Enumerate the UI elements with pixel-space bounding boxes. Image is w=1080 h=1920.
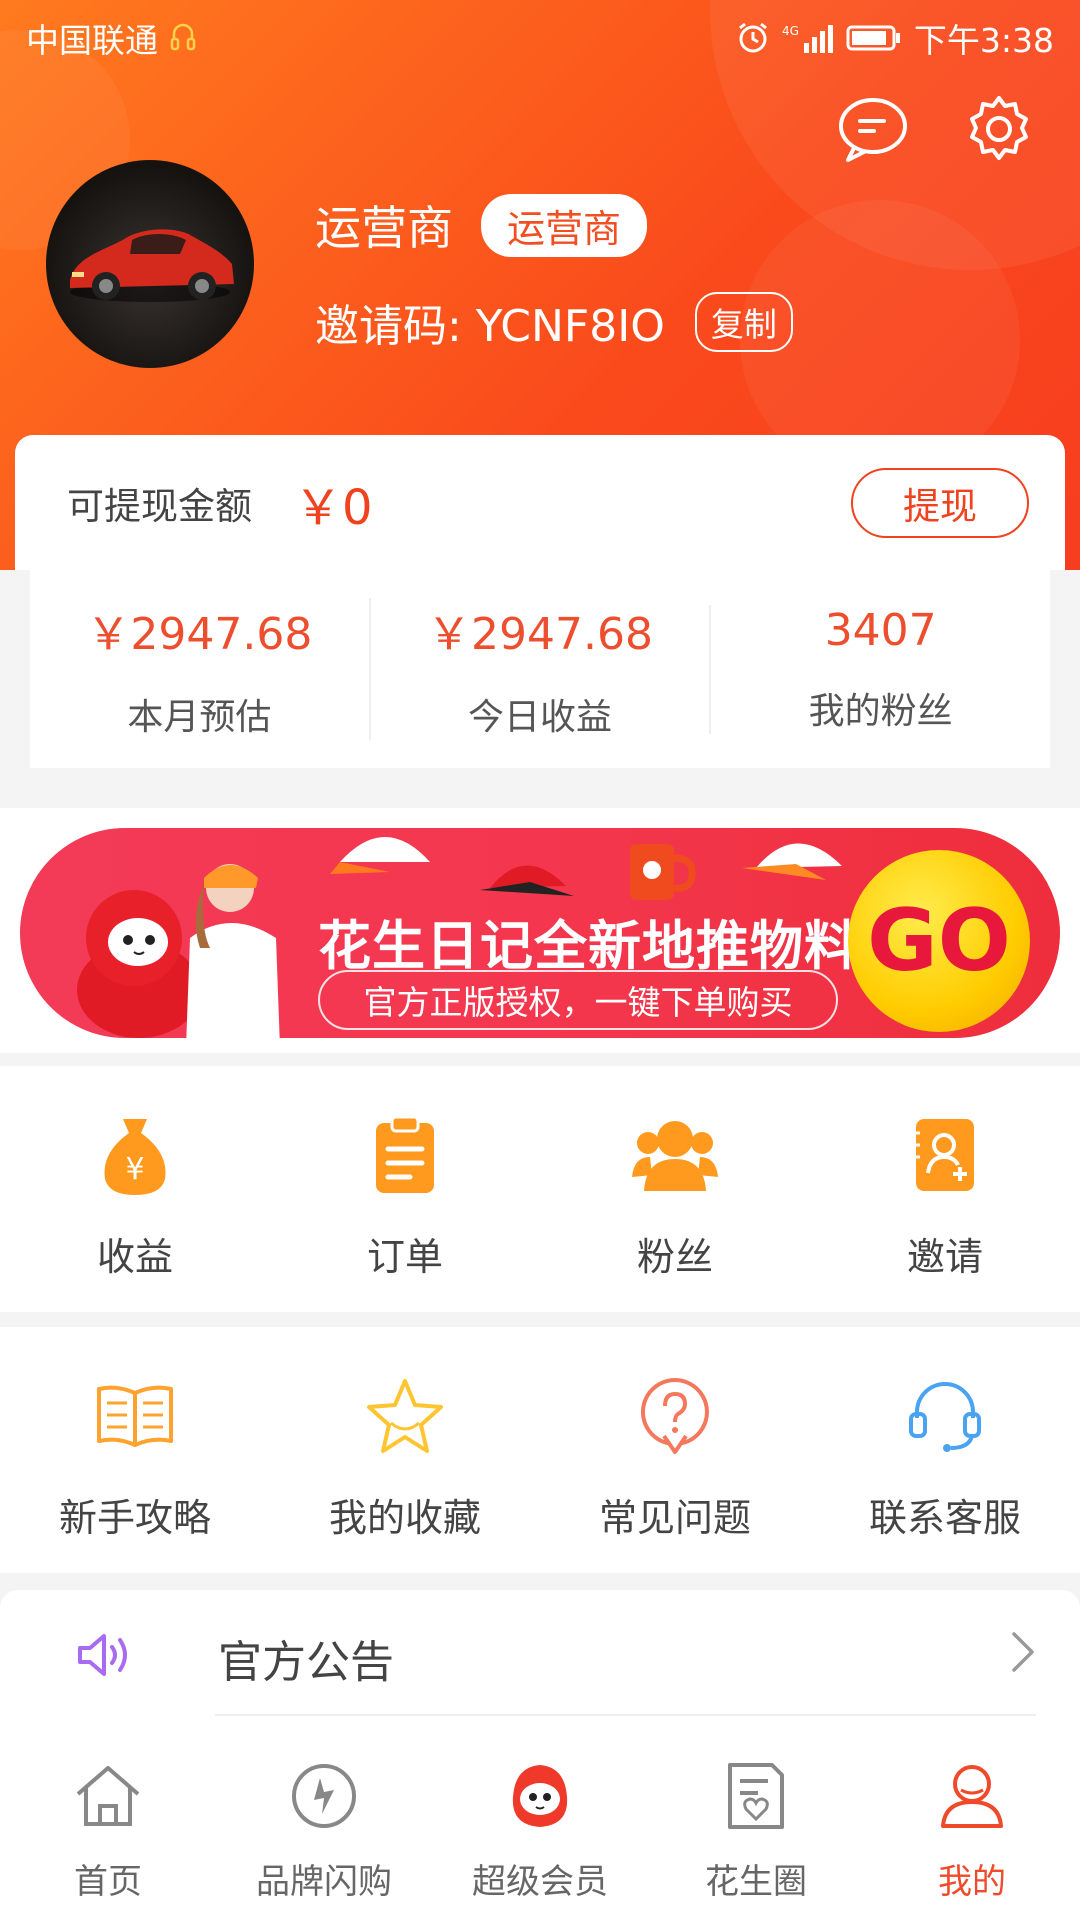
user-name: 运营商 — [315, 201, 453, 255]
gear-icon — [962, 92, 1036, 170]
profile-icon — [932, 1756, 1012, 1836]
svg-text:¥: ¥ — [125, 1152, 144, 1187]
cap-image — [480, 865, 574, 896]
tab-label: 花生圈 — [705, 1862, 807, 1902]
svg-text:4G: 4G — [782, 24, 799, 38]
clock: 下午3:38 — [913, 21, 1054, 60]
star-icon — [360, 1371, 450, 1461]
invite-code: 邀请码: YCNF8IO — [315, 301, 665, 352]
tab-home[interactable]: 首页 — [0, 1720, 216, 1920]
home-icon — [68, 1756, 148, 1836]
money-bag-icon: ¥ — [90, 1110, 180, 1200]
shortcut-label: 常见问题 — [598, 1496, 751, 1540]
chevron-right-icon — [1010, 1630, 1036, 1678]
shortcut-label: 粉丝 — [636, 1235, 713, 1279]
shortcut-label: 我的收藏 — [328, 1496, 481, 1540]
shortcut-label: 联系客服 — [868, 1496, 1021, 1540]
withdraw-button[interactable]: 提现 — [851, 467, 1029, 538]
stats-panel: ￥2947.68 本月预估 ￥2947.68 今日收益 3407 我的粉丝 — [30, 570, 1050, 768]
role-badge: 运营商 — [481, 193, 648, 257]
message-button[interactable] — [834, 92, 912, 170]
balance-card: 可提现金额 ￥0 提现 — [15, 435, 1065, 570]
shortcut-orders[interactable]: 订单 — [270, 1066, 540, 1312]
divider — [215, 1714, 1036, 1716]
mascot-icon — [500, 1756, 580, 1836]
official-notice-row[interactable]: 官方公告 — [0, 1590, 1080, 1720]
balance-value: ￥0 — [294, 479, 373, 536]
stat-today-income[interactable]: ￥2947.68 今日收益 — [368, 598, 710, 740]
notice-title: 官方公告 — [218, 1637, 394, 1688]
secondary-shortcuts: 新手攻略 我的收藏 常见问题 联系客服 — [0, 1327, 1080, 1573]
shortcut-fans[interactable]: 粉丝 — [540, 1066, 810, 1312]
book-icon — [90, 1371, 180, 1461]
stat-label: 我的粉丝 — [808, 690, 953, 732]
stat-label: 今日收益 — [468, 697, 613, 738]
stat-value: ￥2947.68 — [86, 609, 313, 660]
shortcut-label: 订单 — [366, 1235, 443, 1279]
flash-icon — [284, 1756, 364, 1836]
tab-label: 我的 — [938, 1862, 1006, 1902]
copy-button[interactable]: 复制 — [694, 292, 793, 352]
shortcut-label: 收益 — [96, 1235, 173, 1279]
shortcut-label: 邀请 — [906, 1235, 983, 1279]
speaker-icon — [76, 1630, 134, 1684]
shortcut-beginner-guide[interactable]: 新手攻略 — [0, 1327, 270, 1573]
stat-value: ￥2947.68 — [427, 609, 653, 660]
car-avatar-image — [70, 229, 234, 302]
fans-icon — [630, 1110, 720, 1200]
tab-mine[interactable]: 我的 — [864, 1720, 1080, 1920]
tab-peanut-circle[interactable]: 花生圈 — [648, 1720, 864, 1920]
shortcut-customer-service[interactable]: 联系客服 — [810, 1327, 1080, 1573]
tab-label: 首页 — [74, 1862, 142, 1902]
carrier-name: 中国联通 — [26, 21, 158, 60]
cap-image — [330, 837, 430, 874]
stat-month-estimate[interactable]: ￥2947.68 本月预估 — [30, 598, 369, 740]
go-button[interactable]: GO — [848, 850, 1030, 1032]
battery-icon — [846, 23, 902, 53]
message-icon — [836, 94, 910, 168]
shortcut-income[interactable]: ¥ 收益 — [0, 1066, 270, 1312]
shortcut-faq[interactable]: 常见问题 — [540, 1327, 810, 1573]
cap-image — [742, 843, 842, 880]
invite-icon — [900, 1110, 990, 1200]
signal-icon: 4G — [782, 21, 834, 55]
status-bar: 中国联通 4G 下午3:38 — [0, 0, 1080, 76]
headphone-icon — [170, 22, 196, 54]
stat-value: 3407 — [824, 604, 937, 656]
banner-title: 花生日记全新地推物料 — [318, 916, 858, 977]
tab-label: 超级会员 — [472, 1862, 608, 1902]
model-image — [186, 864, 280, 1048]
circle-icon — [716, 1756, 796, 1836]
avatar[interactable] — [46, 160, 254, 368]
shortcut-invite[interactable]: 邀请 — [810, 1066, 1080, 1312]
stat-label: 本月预估 — [127, 697, 272, 738]
mug-image — [630, 844, 696, 900]
banner-subtitle: 官方正版授权，一键下单购买 — [318, 970, 838, 1030]
shortcut-label: 新手攻略 — [58, 1496, 211, 1540]
alarm-icon — [736, 21, 770, 55]
question-icon — [630, 1371, 720, 1461]
promo-banner[interactable]: 花生日记全新地推物料 官方正版授权，一键下单购买 GO — [0, 808, 1080, 1053]
tab-label: 品牌闪购 — [256, 1862, 392, 1902]
shortcut-favorites[interactable]: 我的收藏 — [270, 1327, 540, 1573]
stat-fans[interactable]: 3407 我的粉丝 — [709, 604, 1050, 734]
tab-super-member[interactable]: 超级会员 — [432, 1720, 648, 1920]
headset-icon — [900, 1371, 990, 1461]
settings-button[interactable] — [960, 92, 1038, 170]
bottom-tab-bar: 首页 品牌闪购 超级会员 花生圈 我的 — [0, 1720, 1080, 1920]
primary-shortcuts: ¥ 收益 订单 粉丝 邀请 — [0, 1066, 1080, 1312]
clipboard-icon — [360, 1110, 450, 1200]
balance-label: 可提现金额 — [67, 484, 252, 528]
tab-brand-flash-sale[interactable]: 品牌闪购 — [216, 1720, 432, 1920]
